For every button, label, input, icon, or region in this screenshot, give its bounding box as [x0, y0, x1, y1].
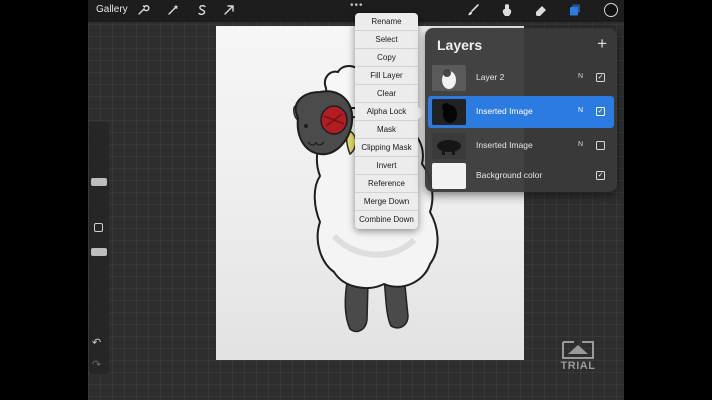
smudge-icon[interactable]	[500, 3, 514, 17]
layer-row-inserted-image-active[interactable]: Inserted Image N ✓	[428, 96, 614, 128]
procreate-screen: Gallery ••• ↶ ↷ Rename Select Copy Fill …	[88, 0, 624, 400]
undo-icon[interactable]: ↶	[92, 336, 101, 349]
blend-mode-label[interactable]: N	[578, 73, 583, 80]
visibility-checkbox[interactable]: ✓	[596, 73, 605, 82]
menu-item-clear[interactable]: Clear	[355, 85, 418, 103]
layers-icon[interactable]	[568, 3, 582, 17]
menu-item-rename[interactable]: Rename	[355, 13, 418, 31]
menu-item-copy[interactable]: Copy	[355, 49, 418, 67]
opacity-slider-handle[interactable]	[91, 248, 107, 256]
add-layer-icon[interactable]: +	[597, 34, 607, 54]
visibility-checkbox[interactable]: ✓	[596, 141, 605, 150]
selection-s-icon[interactable]	[195, 3, 209, 17]
blend-mode-label[interactable]: N	[578, 141, 583, 148]
brush-size-slider-handle[interactable]	[91, 178, 107, 186]
menu-item-alpha-lock[interactable]: Alpha Lock	[355, 103, 418, 121]
layer-thumbnail	[432, 65, 466, 91]
more-options-dots[interactable]: •••	[350, 0, 364, 11]
layer-name: Inserted Image	[476, 106, 533, 116]
visibility-checkbox[interactable]: ✓	[596, 107, 605, 116]
current-color-swatch[interactable]	[604, 3, 618, 17]
menu-item-fill-layer[interactable]: Fill Layer	[355, 67, 418, 85]
menu-item-clipping-mask[interactable]: Clipping Mask	[355, 139, 418, 157]
eraser-icon[interactable]	[534, 3, 548, 17]
menu-item-combine-down[interactable]: Combine Down	[355, 211, 418, 229]
gallery-button[interactable]: Gallery	[96, 4, 128, 15]
layers-panel: Layers + Layer 2 N ✓ Inserted Image N ✓ …	[425, 28, 617, 192]
menu-item-invert[interactable]: Invert	[355, 157, 418, 175]
visibility-checkbox[interactable]: ✓	[596, 171, 605, 180]
layer-row-inserted-image[interactable]: Inserted Image N ✓	[428, 130, 614, 162]
layer-name: Layer 2	[476, 72, 505, 82]
wrench-icon[interactable]	[136, 3, 150, 17]
menu-item-mask[interactable]: Mask	[355, 121, 418, 139]
layer-row-layer-2[interactable]: Layer 2 N ✓	[428, 62, 614, 94]
modify-button[interactable]	[94, 223, 103, 232]
menu-item-merge-down[interactable]: Merge Down	[355, 193, 418, 211]
layer-thumbnail	[432, 99, 466, 125]
brush-icon[interactable]	[466, 3, 480, 17]
layers-title: Layers	[437, 37, 483, 53]
trial-badge: TRIAL	[560, 338, 596, 372]
transform-arrow-icon[interactable]	[222, 3, 236, 17]
layer-options-menu: Rename Select Copy Fill Layer Clear Alpha Loc…	[355, 13, 418, 229]
layer-row-background-color[interactable]: Background color ✓	[428, 160, 614, 192]
layer-thumbnail	[432, 133, 466, 159]
blend-mode-label[interactable]: N	[578, 107, 583, 114]
redo-icon[interactable]: ↷	[92, 358, 101, 371]
background-color-swatch	[432, 163, 466, 189]
trial-icon	[562, 341, 594, 359]
left-sidebar: ↶ ↷	[89, 122, 109, 374]
menu-item-select[interactable]: Select	[355, 31, 418, 49]
menu-item-reference[interactable]: Reference	[355, 175, 418, 193]
layer-name: Inserted Image	[476, 140, 533, 150]
magic-wand-icon[interactable]	[166, 3, 180, 17]
trial-label: TRIAL	[560, 360, 596, 372]
layer-name: Background color	[476, 170, 543, 180]
